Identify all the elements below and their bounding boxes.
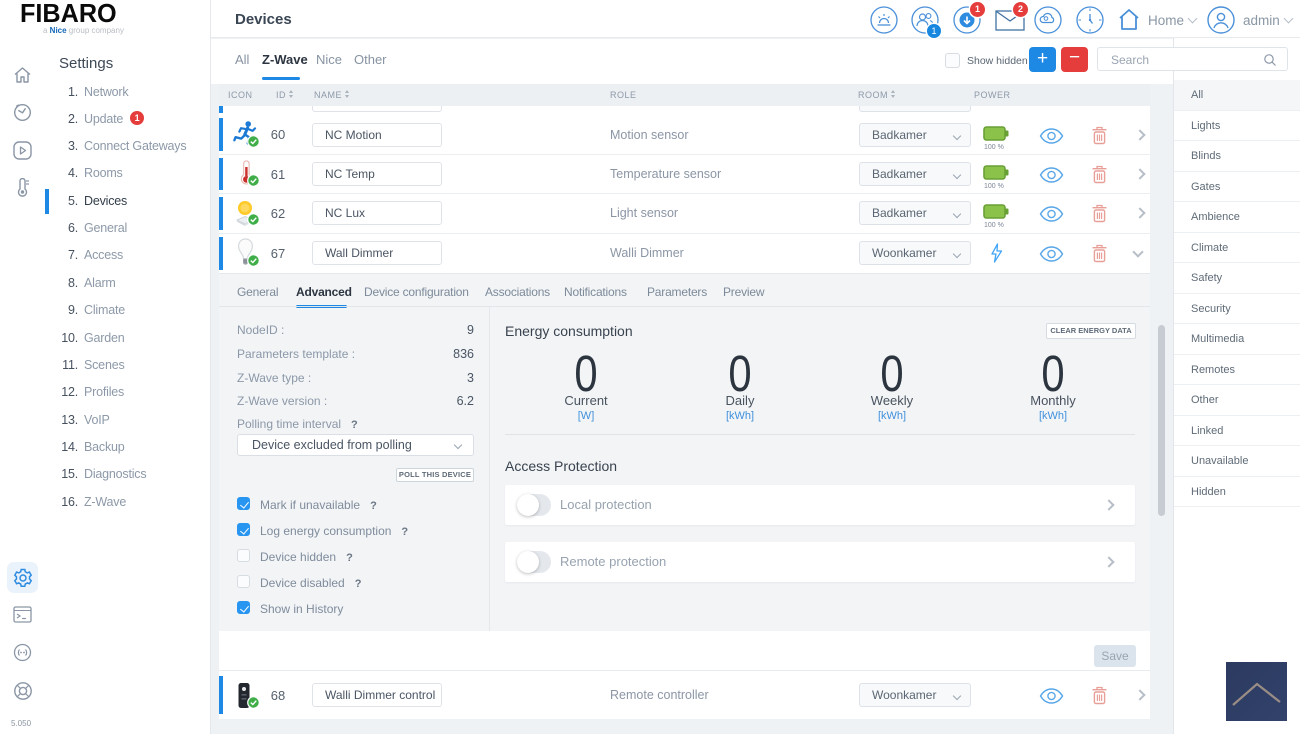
svg-text:100 %: 100 %: [984, 144, 1004, 150]
svg-text:100 %: 100 %: [984, 222, 1004, 228]
svg-text:100 %: 100 %: [984, 183, 1004, 189]
